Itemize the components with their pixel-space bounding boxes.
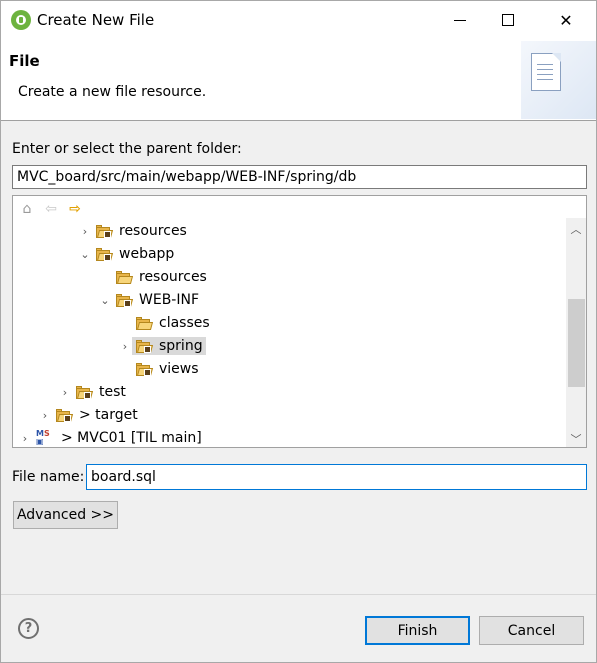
spring-app-icon xyxy=(11,10,31,30)
close-button[interactable]: ✕ xyxy=(543,1,589,39)
scroll-thumb[interactable] xyxy=(568,299,585,387)
chevron-down-icon[interactable]: ⌄ xyxy=(78,247,92,261)
tree-item[interactable]: › > target xyxy=(38,404,141,426)
home-icon[interactable]: ⌂ xyxy=(19,201,35,217)
tree-item-label: > target xyxy=(79,407,138,423)
minimize-icon xyxy=(454,19,466,21)
help-icon[interactable]: ? xyxy=(18,618,39,639)
folder-tree[interactable]: ⌂ ⇦ ⇨ › resources ⌄ webapp resources ⌄ W… xyxy=(12,195,587,448)
package-folder-icon xyxy=(96,224,114,238)
maximize-icon xyxy=(502,14,514,26)
package-folder-icon xyxy=(96,247,114,261)
file-name-input[interactable] xyxy=(86,464,587,490)
tree-item[interactable]: › MS ▣ > MVC01 [TIL main] xyxy=(18,427,205,447)
maven-project-icon: MS ▣ xyxy=(36,429,50,446)
selection-highlight: spring xyxy=(132,337,206,355)
folder-icon xyxy=(136,316,154,330)
tree-item-label: resources xyxy=(119,223,187,239)
finish-button[interactable]: Finish xyxy=(365,616,470,645)
chevron-right-icon[interactable]: › xyxy=(78,224,92,238)
advanced-button[interactable]: Advanced >> xyxy=(13,501,118,529)
tree-item-label: > MVC01 [TIL main] xyxy=(61,430,202,446)
banner-image xyxy=(521,41,596,119)
scroll-down-icon[interactable]: ﹀ xyxy=(566,430,586,447)
tree-item-label: spring xyxy=(159,338,203,354)
file-name-label: File name: xyxy=(12,469,85,485)
chevron-right-icon[interactable]: › xyxy=(118,339,132,353)
back-arrow-icon[interactable]: ⇦ xyxy=(43,201,59,217)
cancel-button[interactable]: Cancel xyxy=(479,616,584,645)
folder-icon xyxy=(116,270,134,284)
tree-item-label: test xyxy=(99,384,126,400)
button-bar-separator xyxy=(1,594,596,595)
package-folder-icon xyxy=(136,339,154,353)
tree-toolbar: ⌂ ⇦ ⇨ xyxy=(19,201,83,219)
minimize-button[interactable] xyxy=(437,1,483,39)
new-file-icon xyxy=(531,53,561,91)
parent-folder-input[interactable] xyxy=(12,165,587,189)
chevron-right-icon[interactable]: › xyxy=(18,431,32,445)
tree-item-label: WEB-INF xyxy=(139,292,199,308)
tree-item-label: views xyxy=(159,361,199,377)
tree-item-label: classes xyxy=(159,315,210,331)
tree-item[interactable]: › spring xyxy=(118,335,206,357)
package-folder-icon xyxy=(56,408,74,422)
scroll-up-icon[interactable]: ︿ xyxy=(566,220,586,238)
tree-item[interactable]: views xyxy=(132,358,202,380)
tree-item-label: resources xyxy=(139,269,207,285)
forward-arrow-icon[interactable]: ⇨ xyxy=(67,201,83,217)
wizard-banner: File Create a new file resource. xyxy=(1,39,596,121)
tree-item[interactable]: ⌄ WEB-INF xyxy=(98,289,202,311)
chevron-right-icon[interactable]: › xyxy=(38,408,52,422)
banner-title: File xyxy=(9,52,40,70)
tree-item[interactable]: › test xyxy=(58,381,129,403)
title-bar: Create New File ✕ xyxy=(1,1,596,39)
chevron-right-icon[interactable]: › xyxy=(58,385,72,399)
tree-item[interactable]: resources xyxy=(112,266,210,288)
package-folder-icon xyxy=(76,385,94,399)
window-title: Create New File xyxy=(37,11,155,29)
tree-item[interactable]: › resources xyxy=(78,220,190,242)
tree-item[interactable]: classes xyxy=(132,312,213,334)
maximize-button[interactable] xyxy=(485,1,531,39)
package-folder-icon xyxy=(136,362,154,376)
tree-item-label: webapp xyxy=(119,246,175,262)
close-icon: ✕ xyxy=(559,10,573,30)
tree-item[interactable]: ⌄ webapp xyxy=(78,243,177,265)
package-folder-icon xyxy=(116,293,134,307)
dialog-window: Create New File ✕ File Create a new file… xyxy=(0,0,597,663)
banner-description: Create a new file resource. xyxy=(18,84,207,100)
chevron-down-icon[interactable]: ⌄ xyxy=(98,293,112,307)
parent-folder-label: Enter or select the parent folder: xyxy=(12,141,242,157)
vertical-scrollbar[interactable]: ︿ ﹀ xyxy=(566,218,586,447)
